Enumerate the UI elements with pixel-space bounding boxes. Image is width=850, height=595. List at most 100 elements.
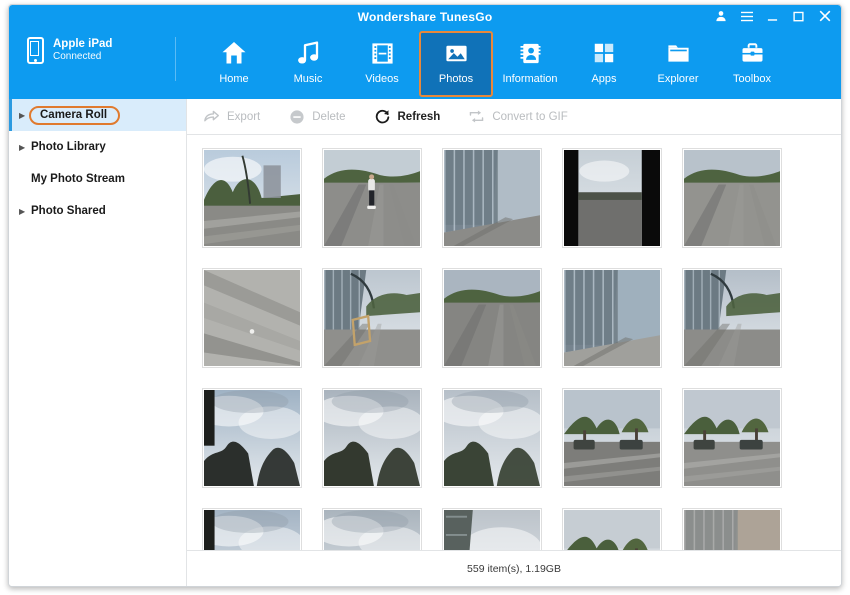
- nav-item-information[interactable]: Information: [493, 31, 567, 97]
- convert-to-gif-button[interactable]: Convert to GIF: [468, 108, 581, 125]
- nav-label: Toolbox: [733, 73, 771, 85]
- photo-thumbnail[interactable]: [682, 148, 782, 248]
- delete-minus-icon: [288, 108, 305, 125]
- chevron-right-icon: ▶: [19, 207, 31, 216]
- photo-thumbnail[interactable]: [682, 508, 782, 550]
- main-content: Export Delete Refresh: [187, 99, 841, 586]
- nav-item-apps[interactable]: Apps: [567, 31, 641, 97]
- nav-label: Explorer: [658, 73, 699, 85]
- photo-thumbnail[interactable]: [562, 508, 662, 550]
- main-navigation: Home Music Videos Photos: [187, 31, 841, 99]
- export-button[interactable]: Export: [203, 108, 274, 125]
- sidebar-item-label: Camera Roll: [29, 106, 120, 125]
- photo-image: [684, 150, 780, 246]
- device-text: Apple iPad Connected: [53, 37, 112, 64]
- account-icon[interactable]: [714, 9, 727, 23]
- status-bar: 559 item(s), 1.19GB: [187, 550, 841, 586]
- photo-image: [564, 510, 660, 550]
- photo-image: [324, 510, 420, 550]
- refresh-button[interactable]: Refresh: [374, 108, 455, 125]
- nav-item-music[interactable]: Music: [271, 31, 345, 97]
- minimize-button[interactable]: [766, 9, 779, 23]
- maximize-button[interactable]: [792, 9, 805, 23]
- refresh-icon: [374, 108, 391, 125]
- contacts-icon: [518, 38, 543, 68]
- photo-thumbnail[interactable]: [682, 268, 782, 368]
- photo-image: [204, 510, 300, 550]
- photo-thumbnail[interactable]: [562, 268, 662, 368]
- photo-thumbnail[interactable]: [562, 148, 662, 248]
- sidebar-item-photo-shared[interactable]: ▶ Photo Shared: [9, 195, 186, 227]
- delete-button[interactable]: Delete: [288, 108, 359, 125]
- nav-item-videos[interactable]: Videos: [345, 31, 419, 97]
- sidebar-item-camera-roll[interactable]: ▶ Camera Roll: [9, 99, 186, 131]
- sidebar: ▶ Camera Roll ▶ Photo Library ▶ My Photo…: [9, 99, 187, 586]
- close-button[interactable]: [818, 9, 831, 23]
- ipad-icon: [27, 37, 44, 64]
- photo-thumbnail[interactable]: [202, 268, 302, 368]
- menu-icon[interactable]: [740, 9, 753, 23]
- photo-image: [564, 150, 660, 246]
- briefcase-icon: [740, 38, 765, 68]
- photo-thumbnail[interactable]: [322, 508, 422, 550]
- convert-to-gif-label: Convert to GIF: [492, 111, 567, 123]
- status-text: 559 item(s), 1.19GB: [467, 563, 561, 575]
- folder-icon: [666, 38, 691, 68]
- title-bar: Wondershare TunesGo: [9, 5, 841, 31]
- photo-image: [204, 270, 300, 366]
- photo-thumbnail[interactable]: [322, 268, 422, 368]
- nav-item-explorer[interactable]: Explorer: [641, 31, 715, 97]
- app-body: ▶ Camera Roll ▶ Photo Library ▶ My Photo…: [9, 99, 841, 586]
- sidebar-item-my-photo-stream[interactable]: ▶ My Photo Stream: [9, 163, 186, 195]
- sidebar-item-label: Photo Library: [31, 141, 106, 153]
- export-arrow-icon: [203, 108, 220, 125]
- music-note-icon: [295, 38, 321, 68]
- photo-thumbnail[interactable]: [202, 508, 302, 550]
- photo-thumbnail[interactable]: [202, 388, 302, 488]
- grid-squares-icon: [592, 38, 616, 68]
- app-header: Wondershare TunesGo: [9, 5, 841, 99]
- photo-thumbnail[interactable]: [442, 148, 542, 248]
- nav-label: Information: [502, 73, 557, 85]
- photo-image: [684, 510, 780, 550]
- chevron-right-icon: ▶: [19, 143, 31, 152]
- photo-image: [684, 270, 780, 366]
- nav-item-toolbox[interactable]: Toolbox: [715, 31, 789, 97]
- photo-image: [204, 150, 300, 246]
- photo-thumbnail[interactable]: [682, 388, 782, 488]
- photo-grid-container[interactable]: [187, 135, 841, 550]
- photo-image: [204, 390, 300, 486]
- window-controls: [714, 9, 831, 23]
- nav-label: Music: [294, 73, 323, 85]
- export-label: Export: [227, 111, 260, 123]
- nav-label: Apps: [591, 73, 616, 85]
- photo-thumbnail[interactable]: [562, 388, 662, 488]
- photo-image: [444, 150, 540, 246]
- photo-thumbnail[interactable]: [202, 148, 302, 248]
- photo-image: [444, 510, 540, 550]
- header-divider: [175, 37, 176, 81]
- nav-item-photos[interactable]: Photos: [419, 31, 493, 97]
- picture-icon: [444, 38, 469, 68]
- application-window: Wondershare TunesGo: [8, 4, 842, 587]
- delete-label: Delete: [312, 111, 345, 123]
- sidebar-item-label: My Photo Stream: [31, 173, 125, 185]
- photo-thumbnail[interactable]: [442, 508, 542, 550]
- photo-thumbnail[interactable]: [442, 388, 542, 488]
- photo-image: [564, 390, 660, 486]
- vertical-scrollbar[interactable]: [835, 135, 841, 550]
- photo-image: [564, 270, 660, 366]
- film-strip-icon: [370, 38, 395, 68]
- nav-item-home[interactable]: Home: [197, 31, 271, 97]
- nav-label: Videos: [365, 73, 398, 85]
- nav-label: Photos: [439, 73, 473, 85]
- photo-thumbnail[interactable]: [322, 148, 422, 248]
- sidebar-item-photo-library[interactable]: ▶ Photo Library: [9, 131, 186, 163]
- photo-image: [444, 390, 540, 486]
- photo-thumbnail[interactable]: [442, 268, 542, 368]
- convert-gif-icon: [468, 108, 485, 125]
- photo-thumbnail[interactable]: [322, 388, 422, 488]
- nav-label: Home: [219, 73, 248, 85]
- photo-image: [684, 390, 780, 486]
- photo-image: [324, 390, 420, 486]
